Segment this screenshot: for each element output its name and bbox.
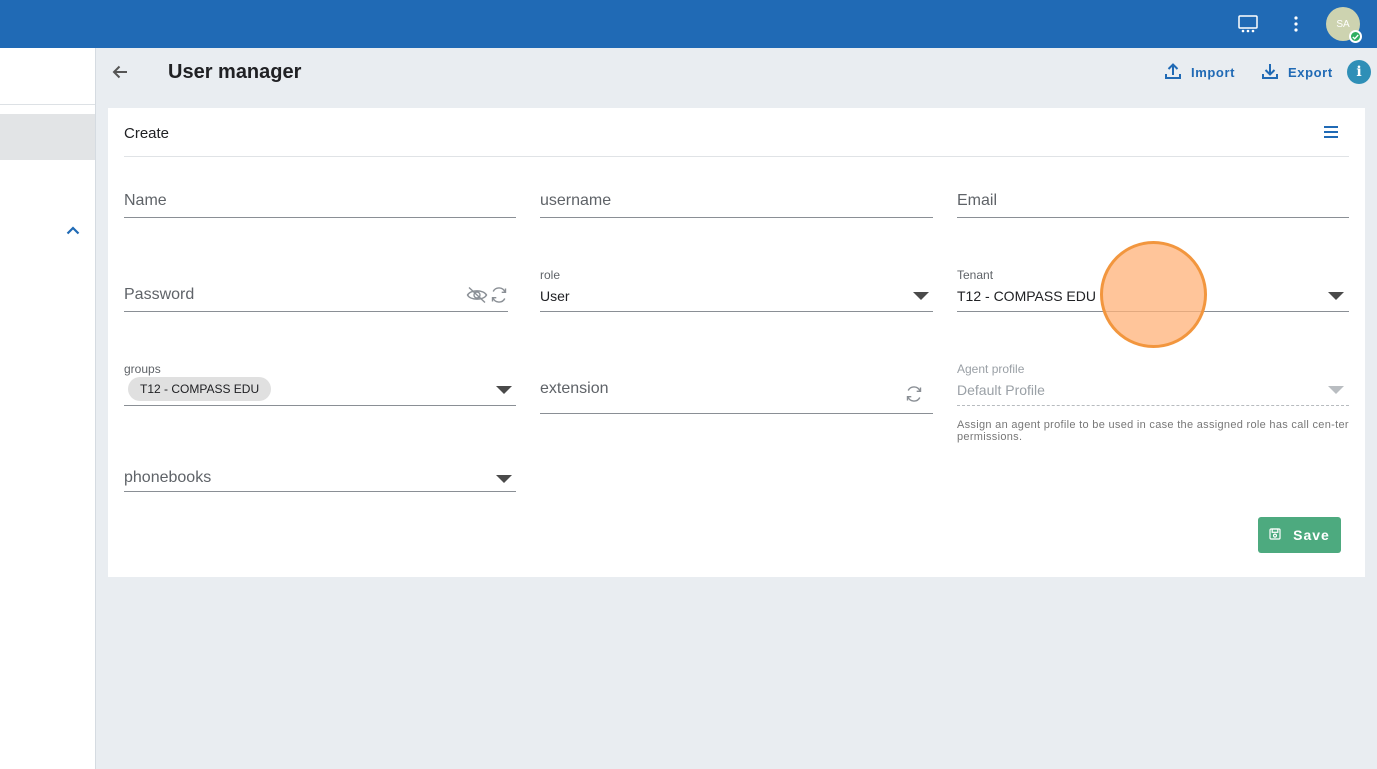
export-button[interactable]: Export [1261, 60, 1333, 84]
agent-profile-select: Agent profile Default Profile Assign an … [957, 362, 1349, 446]
more-vertical-icon[interactable] [1284, 12, 1308, 36]
caret-down-icon[interactable] [913, 292, 929, 300]
agent-profile-value: Default Profile [957, 382, 1045, 398]
caret-down-icon[interactable] [496, 475, 512, 483]
card-title: Create [124, 125, 170, 142]
tenant-select[interactable]: Tenant T12 - COMPASS EDU [957, 268, 1349, 312]
sidebar [0, 48, 96, 769]
agent-profile-label: Agent profile [957, 362, 1025, 376]
role-value: User [540, 288, 570, 304]
groups-select[interactable]: groups T12 - COMPASS EDU [124, 362, 516, 406]
caret-down-icon[interactable] [1328, 292, 1344, 300]
save-label: Save [1293, 527, 1330, 543]
role-select[interactable]: role User [540, 268, 933, 312]
import-label: Import [1191, 64, 1236, 80]
password-placeholder: Password [124, 286, 195, 303]
top-app-bar: SA [0, 0, 1377, 48]
card-divider [124, 156, 1349, 157]
user-initials: SA [1336, 18, 1350, 30]
user-avatar[interactable]: SA [1326, 7, 1362, 43]
caret-down-icon[interactable] [496, 386, 512, 394]
username-placeholder: username [540, 192, 612, 209]
username-field[interactable]: username [540, 188, 933, 218]
create-user-card: Create Name username Email Password role… [108, 108, 1365, 577]
tenant-label: Tenant [957, 268, 994, 282]
upload-icon [1164, 62, 1182, 83]
tenant-value: T12 - COMPASS EDU [957, 288, 1096, 304]
save-icon [1269, 527, 1281, 543]
save-button[interactable]: Save [1258, 517, 1341, 553]
password-field[interactable]: Password [124, 282, 508, 312]
chevron-up-icon[interactable] [63, 221, 83, 239]
name-field[interactable]: Name [124, 188, 516, 218]
export-label: Export [1288, 64, 1333, 80]
group-chip[interactable]: T12 - COMPASS EDU [128, 377, 272, 401]
online-status-icon [1349, 30, 1362, 43]
groups-label: groups [124, 362, 161, 376]
email-placeholder: Email [957, 192, 998, 209]
sidebar-divider [0, 104, 95, 105]
eye-off-icon[interactable] [466, 286, 488, 309]
sidebar-item-active[interactable] [0, 114, 95, 160]
email-field[interactable]: Email [957, 188, 1349, 218]
info-icon[interactable]: i [1347, 60, 1371, 84]
back-arrow-icon[interactable] [108, 60, 132, 84]
menu-icon[interactable] [1321, 122, 1341, 142]
name-placeholder: Name [124, 192, 167, 209]
download-icon [1261, 62, 1279, 83]
refresh-icon[interactable] [490, 286, 508, 309]
page-title: User manager [168, 61, 302, 83]
extension-field[interactable]: extension [540, 376, 933, 414]
caret-down-icon [1328, 386, 1344, 394]
role-label: role [540, 268, 561, 282]
extension-placeholder: extension [540, 380, 609, 397]
refresh-icon[interactable] [905, 385, 923, 408]
presentation-icon[interactable] [1236, 12, 1260, 36]
phonebooks-placeholder: phonebooks [124, 469, 212, 486]
agent-profile-helper: Assign an agent profile to be used in ca… [957, 419, 1349, 443]
import-button[interactable]: Import [1164, 60, 1235, 84]
phonebooks-select[interactable]: phonebooks [124, 466, 516, 492]
